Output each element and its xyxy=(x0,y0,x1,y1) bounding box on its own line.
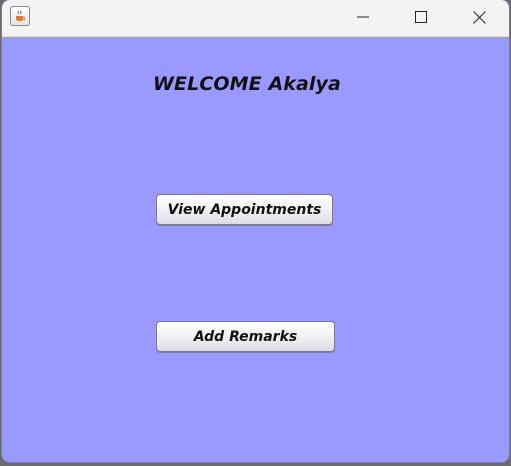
welcome-label: WELCOME Akalya xyxy=(153,73,341,95)
maximize-button[interactable] xyxy=(398,0,444,34)
view-appointments-button[interactable]: View Appointments xyxy=(156,194,333,225)
minimize-icon xyxy=(357,11,369,23)
minimize-button[interactable] xyxy=(340,0,386,34)
add-remarks-button[interactable]: Add Remarks xyxy=(156,321,335,352)
app-window: WELCOME Akalya View Appointments Add Rem… xyxy=(2,0,509,462)
title-bar[interactable] xyxy=(2,0,509,37)
close-button[interactable] xyxy=(456,0,502,34)
java-cup-icon[interactable] xyxy=(10,6,30,26)
maximize-icon xyxy=(415,11,427,23)
close-icon xyxy=(472,10,486,24)
content-panel: WELCOME Akalya View Appointments Add Rem… xyxy=(2,37,509,462)
